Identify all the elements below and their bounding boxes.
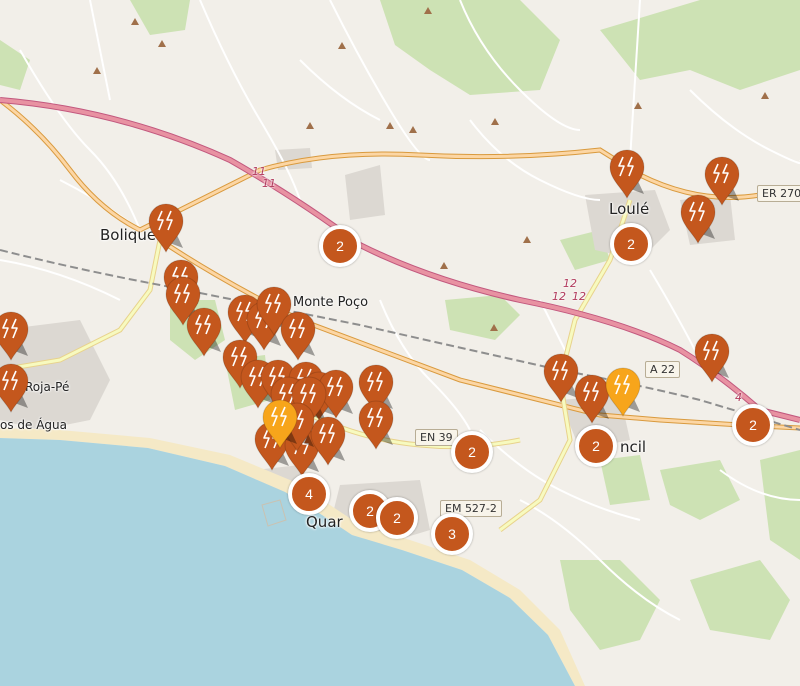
- road-number: 12: [572, 290, 586, 303]
- charging-station-marker[interactable]: [279, 310, 317, 362]
- cluster-count: 2: [627, 236, 635, 252]
- charging-station-marker[interactable]: [357, 399, 395, 451]
- cluster-count: 3: [448, 526, 456, 542]
- charging-station-marker[interactable]: [147, 202, 185, 254]
- place-label: Loulé: [609, 200, 650, 218]
- cluster-count: 2: [468, 444, 476, 460]
- place-label: ncil: [620, 438, 647, 456]
- cluster-count: 2: [592, 438, 600, 454]
- charging-station-marker[interactable]: [604, 366, 642, 418]
- marker-cluster[interactable]: 2: [319, 225, 361, 267]
- place-label: Roja-Pé: [25, 380, 70, 394]
- charging-station-marker[interactable]: [185, 306, 223, 358]
- cluster-count: 2: [336, 238, 344, 254]
- map-view[interactable]: Boliquei Loulé Monte Poço Roja-Pé os de Água…: [0, 0, 800, 686]
- marker-cluster[interactable]: 2: [610, 223, 652, 265]
- base-map-tiles[interactable]: [0, 0, 800, 686]
- road-number: 4: [735, 391, 742, 404]
- charging-station-marker[interactable]: [261, 398, 299, 450]
- charging-station-marker[interactable]: [0, 310, 30, 362]
- road-shield: A 22: [645, 361, 681, 378]
- place-label: Quar: [306, 513, 343, 531]
- charging-station-marker[interactable]: [693, 332, 731, 384]
- place-label: os de Água: [0, 418, 68, 432]
- charging-station-marker[interactable]: [0, 362, 30, 414]
- marker-cluster[interactable]: 2: [451, 431, 493, 473]
- charging-station-marker[interactable]: [679, 193, 717, 245]
- cluster-count: 4: [305, 486, 313, 502]
- marker-cluster[interactable]: 2: [575, 425, 617, 467]
- cluster-count: 2: [366, 503, 374, 519]
- charging-station-marker[interactable]: [608, 148, 646, 200]
- road-number: 12: [563, 277, 577, 290]
- marker-cluster[interactable]: 4: [288, 473, 330, 515]
- cluster-count: 2: [393, 510, 401, 526]
- place-label: Monte Poço: [293, 295, 369, 310]
- road-shield: EN 39: [415, 429, 458, 446]
- marker-cluster[interactable]: 3: [431, 513, 473, 555]
- cluster-count: 2: [749, 417, 757, 433]
- road-shield: ER 270: [757, 185, 800, 202]
- marker-cluster[interactable]: 2: [732, 404, 774, 446]
- road-number: 11: [262, 177, 276, 190]
- road-number: 12: [552, 290, 566, 303]
- marker-cluster[interactable]: 2: [376, 497, 418, 539]
